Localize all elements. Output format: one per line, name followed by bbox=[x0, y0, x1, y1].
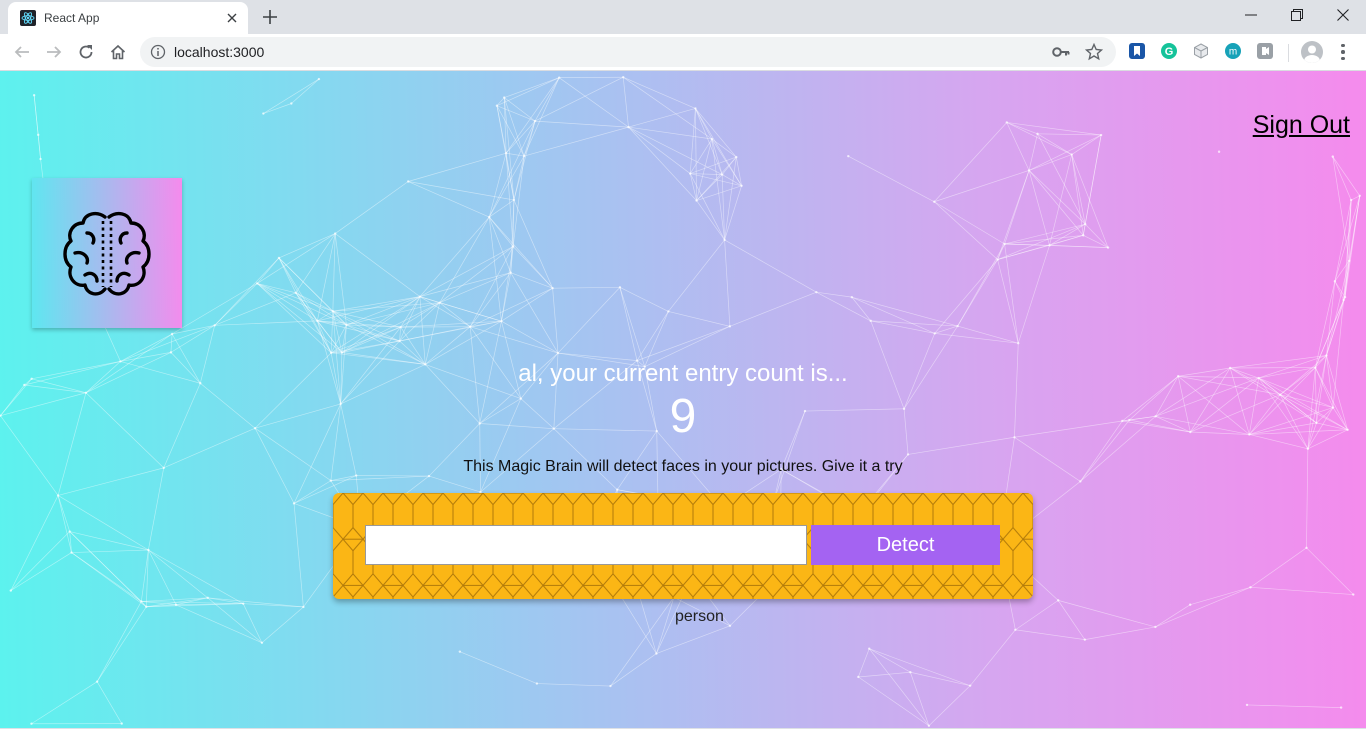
close-window-icon[interactable] bbox=[1320, 0, 1366, 30]
minimize-icon[interactable] bbox=[1228, 0, 1274, 30]
browser-menu-icon[interactable] bbox=[1336, 42, 1350, 62]
sign-out-link[interactable]: Sign Out bbox=[1253, 111, 1350, 140]
browser-tab[interactable]: React App bbox=[8, 2, 248, 34]
detect-button[interactable]: Detect bbox=[811, 525, 1000, 565]
image-url-input[interactable] bbox=[365, 525, 807, 565]
key-icon[interactable] bbox=[1052, 44, 1070, 60]
browser-toolbar: localhost:3000 G m bbox=[0, 34, 1366, 71]
m-extension-icon[interactable]: m bbox=[1225, 43, 1241, 59]
back-arrow-icon[interactable] bbox=[10, 40, 34, 64]
react-favicon-icon bbox=[20, 10, 36, 26]
image-link-form: Detect bbox=[333, 493, 1033, 599]
close-tab-icon[interactable] bbox=[224, 10, 240, 26]
toolbar-divider bbox=[1288, 44, 1289, 62]
bookmark-star-icon[interactable] bbox=[1084, 42, 1104, 61]
detected-concept-label: person bbox=[675, 608, 724, 625]
tab-title: React App bbox=[44, 11, 100, 25]
app-page: Sign Out al, your current entry count is… bbox=[0, 71, 1366, 728]
bookmark-extension-icon[interactable] bbox=[1129, 43, 1145, 59]
cube-extension-icon[interactable] bbox=[1193, 43, 1209, 59]
entry-count-greeting: al, your current entry count is... bbox=[518, 360, 848, 387]
browser-tab-strip: React App bbox=[0, 0, 1366, 34]
forward-arrow-icon[interactable] bbox=[42, 40, 66, 64]
grammarly-icon[interactable]: G bbox=[1161, 43, 1177, 59]
new-tab-icon[interactable] bbox=[258, 6, 282, 28]
form-description: This Magic Brain will detect faces in yo… bbox=[463, 458, 903, 475]
svg-text:G: G bbox=[1165, 46, 1174, 58]
url-text: localhost:3000 bbox=[174, 44, 265, 60]
reload-icon[interactable] bbox=[74, 40, 98, 64]
puzzle-extension-icon[interactable] bbox=[1257, 43, 1273, 59]
address-bar[interactable]: localhost:3000 bbox=[140, 37, 1116, 67]
home-icon[interactable] bbox=[106, 40, 130, 64]
brain-icon bbox=[63, 211, 151, 296]
entry-count-value: 9 bbox=[669, 390, 697, 443]
restore-icon[interactable] bbox=[1274, 0, 1320, 30]
svg-text:m: m bbox=[1229, 47, 1237, 58]
logo-card[interactable] bbox=[32, 178, 182, 328]
site-info-icon[interactable] bbox=[150, 44, 166, 60]
profile-avatar-icon[interactable] bbox=[1301, 41, 1323, 63]
